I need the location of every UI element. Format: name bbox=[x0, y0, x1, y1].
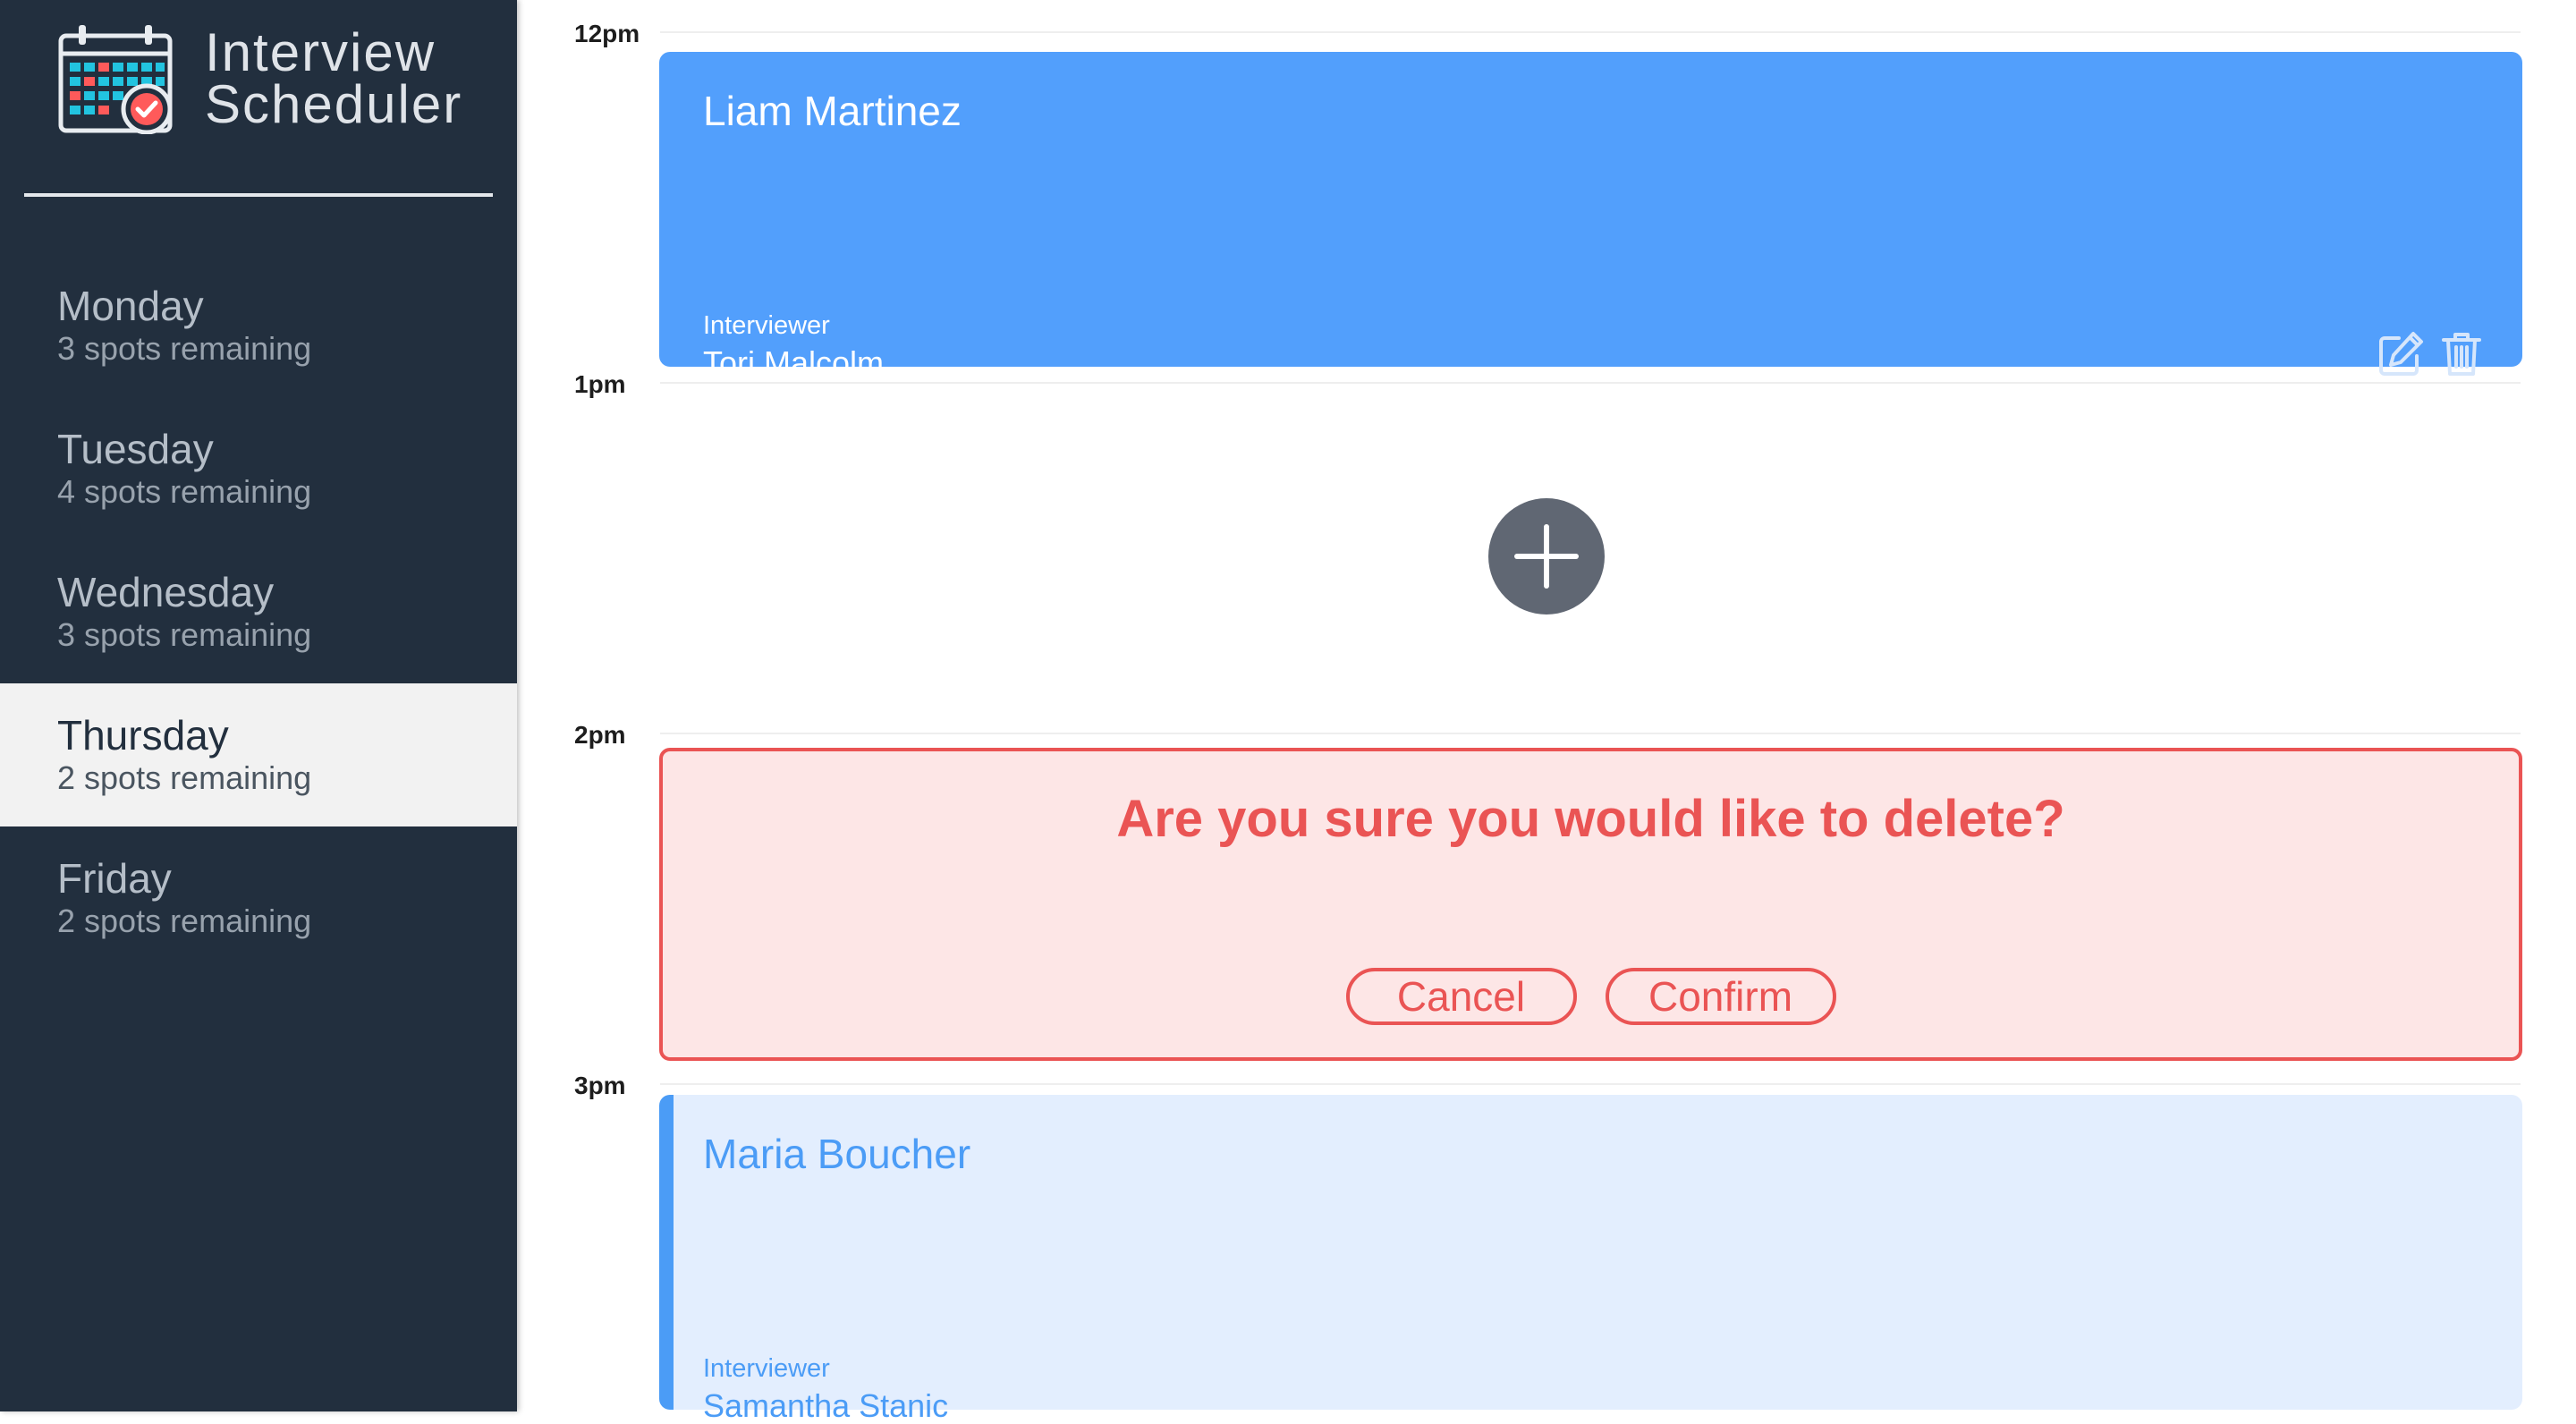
interviewer-label: Interviewer bbox=[703, 311, 830, 340]
appointment-card[interactable]: Liam Martinez Interviewer Tori Malcolm bbox=[659, 52, 2522, 381]
time-label-3pm: 3pm bbox=[574, 1072, 626, 1099]
day-name: Friday bbox=[57, 855, 172, 902]
hour-separator bbox=[660, 733, 2521, 734]
schedule: 12pm 1pm 2pm 3pm Liam Martinez Interview… bbox=[517, 0, 2576, 1424]
day-item-friday[interactable]: Friday 2 spots remaining bbox=[0, 826, 517, 970]
confirm-button[interactable]: Confirm bbox=[1605, 968, 1836, 1025]
day-spots: 3 spots remaining bbox=[57, 330, 312, 367]
day-item-thursday[interactable]: Thursday 2 spots remaining bbox=[0, 683, 517, 826]
app-title: Interview Scheduler bbox=[205, 22, 463, 134]
day-spots: 4 spots remaining bbox=[57, 473, 312, 510]
interviewer-label: Interviewer bbox=[703, 1354, 830, 1383]
edit-icon bbox=[2379, 332, 2423, 376]
hour-separator bbox=[660, 31, 2521, 33]
day-item-tuesday[interactable]: Tuesday 4 spots remaining bbox=[0, 397, 517, 540]
delete-button[interactable] bbox=[2436, 329, 2487, 379]
interviewer-name: Samantha Stanic bbox=[703, 1387, 949, 1424]
delete-confirmation: Are you sure you would like to delete? C… bbox=[659, 748, 2522, 1061]
sidebar: Interview Scheduler Monday 3 spots remai… bbox=[0, 0, 517, 1411]
student-name: Liam Martinez bbox=[703, 88, 962, 134]
time-label-12pm: 12pm bbox=[574, 20, 640, 47]
plus-icon bbox=[1514, 524, 1579, 589]
add-appointment-button[interactable] bbox=[1488, 498, 1605, 615]
app-logo: Interview Scheduler bbox=[57, 23, 462, 134]
time-label-2pm: 2pm bbox=[574, 721, 626, 749]
appointment-actions bbox=[2365, 329, 2487, 379]
day-spots: 2 spots remaining bbox=[57, 759, 312, 796]
day-spots: 2 spots remaining bbox=[57, 903, 312, 939]
time-label-1pm: 1pm bbox=[574, 370, 626, 398]
student-name: Maria Boucher bbox=[703, 1131, 971, 1177]
confirm-message: Are you sure you would like to delete? bbox=[1116, 790, 2065, 848]
sidebar-divider bbox=[24, 193, 493, 197]
cancel-button[interactable]: Cancel bbox=[1345, 968, 1577, 1025]
day-name: Thursday bbox=[57, 712, 229, 759]
calendar-check-icon bbox=[58, 25, 173, 134]
day-list: Monday 3 spots remaining Tuesday 4 spots… bbox=[0, 254, 517, 970]
day-name: Tuesday bbox=[57, 426, 214, 472]
day-spots: 3 spots remaining bbox=[57, 616, 312, 653]
app-title-line1: Interview bbox=[205, 22, 436, 82]
hour-separator bbox=[660, 1083, 2521, 1085]
appointment-card[interactable]: Maria Boucher Interviewer Samantha Stani… bbox=[659, 1095, 2522, 1424]
confirm-buttons: Cancel Confirm bbox=[663, 968, 2519, 1025]
app-title-line2: Scheduler bbox=[205, 74, 463, 134]
day-name: Monday bbox=[57, 283, 204, 329]
day-item-monday[interactable]: Monday 3 spots remaining bbox=[0, 254, 517, 397]
trash-icon bbox=[2442, 333, 2481, 376]
day-item-wednesday[interactable]: Wednesday 3 spots remaining bbox=[0, 540, 517, 683]
edit-button[interactable] bbox=[2376, 329, 2426, 379]
hour-separator bbox=[660, 382, 2521, 384]
interviewer-name: Tori Malcolm bbox=[703, 344, 885, 381]
day-name: Wednesday bbox=[57, 569, 275, 615]
